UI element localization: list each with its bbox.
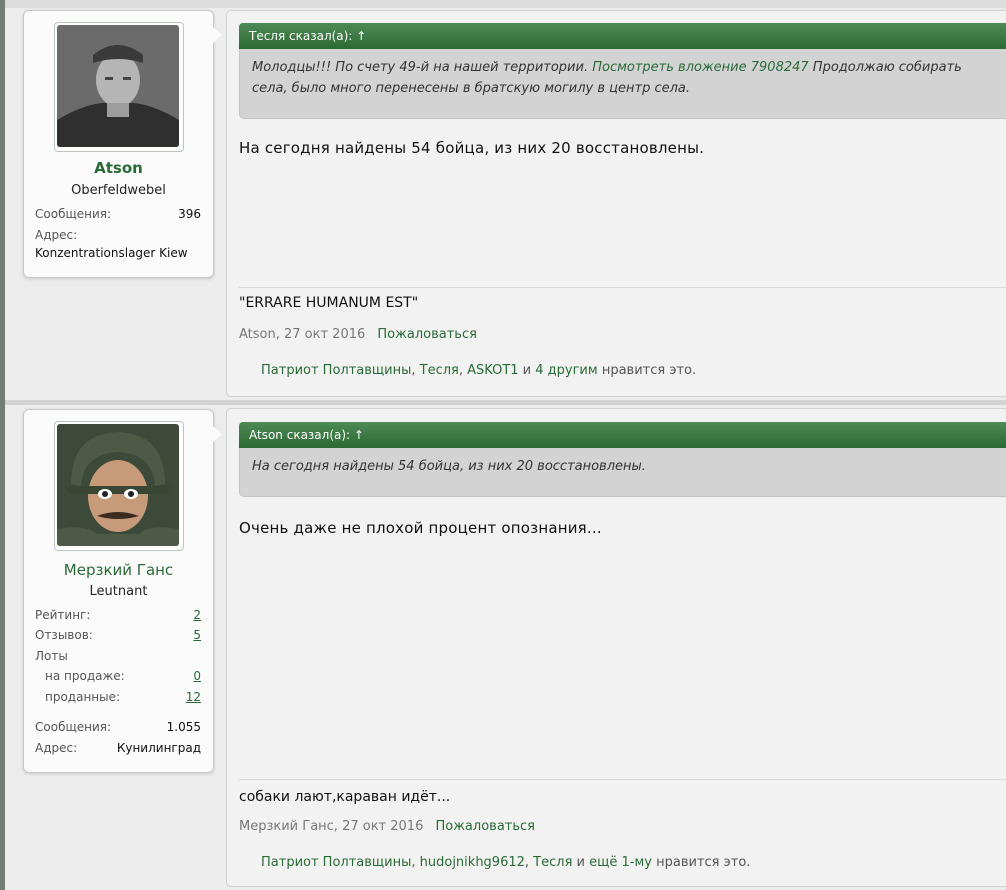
quote-header[interactable]: Atson сказал(а): ↑ [239, 422, 1006, 448]
username-link[interactable]: Мерзкий Ганс [24, 561, 213, 579]
likes-summary: Патриот Полтавщины, hudojnikhg9612, Тесл… [261, 855, 751, 870]
message-text: Очень даже не плохой процент опознания..… [239, 519, 602, 537]
stat-reviews: Отзывов: 5 [35, 628, 201, 646]
quote-body: Молодцы!!! По счету 49-й на нашей террит… [239, 49, 1006, 119]
attachment-link[interactable]: Посмотреть вложение 7908247 [592, 60, 808, 75]
rating-link[interactable]: 2 [193, 608, 201, 622]
report-link[interactable]: Пожаловаться [377, 327, 477, 342]
avatar[interactable] [54, 421, 184, 551]
user-card: Мерзкий Ганс Leutnant Рейтинг: 2 Отзывов… [23, 409, 222, 773]
quote-text-tail: Продолжаю собирать [812, 60, 962, 75]
message-box: Тесля сказал(а): ↑ Молодцы!!! По счету 4… [226, 10, 1006, 397]
likes-and: и [576, 855, 585, 870]
quote-line-1: Молодцы!!! По счету 49-й на нашей террит… [252, 57, 1006, 78]
user-rank: Oberfeldwebel [71, 183, 166, 198]
quote-text: Молодцы!!! По счету 49-й на нашей террит… [252, 60, 589, 75]
stat-label: Отзывов: [35, 628, 93, 642]
like-user-link[interactable]: hudojnikhg9612 [420, 855, 525, 870]
stat-value: 1.055 [166, 720, 201, 734]
stat-label: Сообщения: [35, 207, 112, 221]
stat-messages: Сообщения: 396 [35, 207, 201, 225]
stat-rating: Рейтинг: 2 [35, 608, 201, 626]
stat-label: Адрес: [35, 741, 78, 755]
stat-value: Кунилинград [116, 741, 201, 755]
on-sale-link[interactable]: 0 [193, 669, 201, 683]
user-card: Atson Oberfeldwebel Сообщения: 396 Адрес… [23, 10, 222, 278]
avatar-image [57, 25, 179, 147]
username-link[interactable]: Atson [24, 159, 213, 177]
report-link[interactable]: Пожаловаться [435, 819, 535, 834]
author-date-link[interactable]: Atson, 27 окт 2016 [239, 327, 365, 342]
reviews-link[interactable]: 5 [193, 628, 201, 642]
likes-tail: нравится это. [656, 855, 751, 870]
author-date-link[interactable]: Мерзкий Ганс, 27 окт 2016 [239, 819, 423, 834]
stat-label: Рейтинг: [35, 608, 91, 622]
stat-lots: Лоты [35, 649, 68, 663]
stat-on-sale: на продаже: 0 [45, 669, 201, 687]
avatar[interactable] [54, 22, 184, 152]
like-user-link[interactable]: Патриот Полтавщины [261, 363, 411, 378]
avatar-image [57, 424, 179, 546]
user-rank: Leutnant [89, 584, 148, 599]
message-box: Atson сказал(а): ↑ На сегодня найдены 54… [226, 408, 1006, 887]
likes-tail: нравится это. [601, 363, 697, 378]
like-user-link[interactable]: ASKOT1 [467, 363, 518, 378]
message-text: На сегодня найдены 54 бойца, из них 20 в… [239, 139, 705, 157]
signature-divider [239, 779, 1006, 780]
likes-and: и [522, 363, 532, 378]
stat-label: проданные: [45, 690, 121, 704]
stat-label: Сообщения: [35, 720, 112, 734]
likes-summary: Патриот Полтавщины, Тесля, ASKOT1 и 4 др… [261, 363, 697, 378]
stat-messages: Сообщения: 1.055 [35, 720, 201, 738]
stat-address-label: Адрес: [35, 228, 78, 242]
post-atson: Atson Oberfeldwebel Сообщения: 396 Адрес… [5, 8, 1006, 400]
sold-link[interactable]: 12 [186, 690, 201, 704]
quote-body: На сегодня найдены 54 бойца, из них 20 в… [239, 448, 1006, 497]
likes-more-link[interactable]: 4 другим [535, 363, 597, 378]
like-user-link[interactable]: Тесля [533, 855, 572, 870]
stat-label: на продаже: [45, 669, 125, 683]
signature-divider [239, 287, 1006, 288]
stat-address-value: Konzentrationslager Kiew [35, 246, 188, 260]
signature: "ERRARE HUMANUM EST" [239, 295, 419, 311]
stat-address: Адрес: Кунилинград [35, 741, 201, 759]
post-meta: Мерзкий Ганс, 27 окт 2016 Пожаловаться [239, 819, 535, 834]
stat-sold: проданные: 12 [45, 690, 201, 708]
quote-header[interactable]: Тесля сказал(а): ↑ [239, 23, 1006, 49]
signature: собаки лают,караван идёт... [239, 789, 451, 805]
quote-line-2: села, было много перенесены в братскую м… [252, 81, 691, 96]
stat-value: 396 [178, 207, 201, 221]
like-user-link[interactable]: Тесля [420, 363, 459, 378]
post-merzkiy-gans: Мерзкий Ганс Leutnant Рейтинг: 2 Отзывов… [5, 405, 1006, 890]
post-meta: Atson, 27 окт 2016 Пожаловаться [239, 327, 477, 342]
like-user-link[interactable]: Патриот Полтавщины [261, 855, 411, 870]
likes-more-link[interactable]: ещё 1-му [589, 855, 652, 870]
